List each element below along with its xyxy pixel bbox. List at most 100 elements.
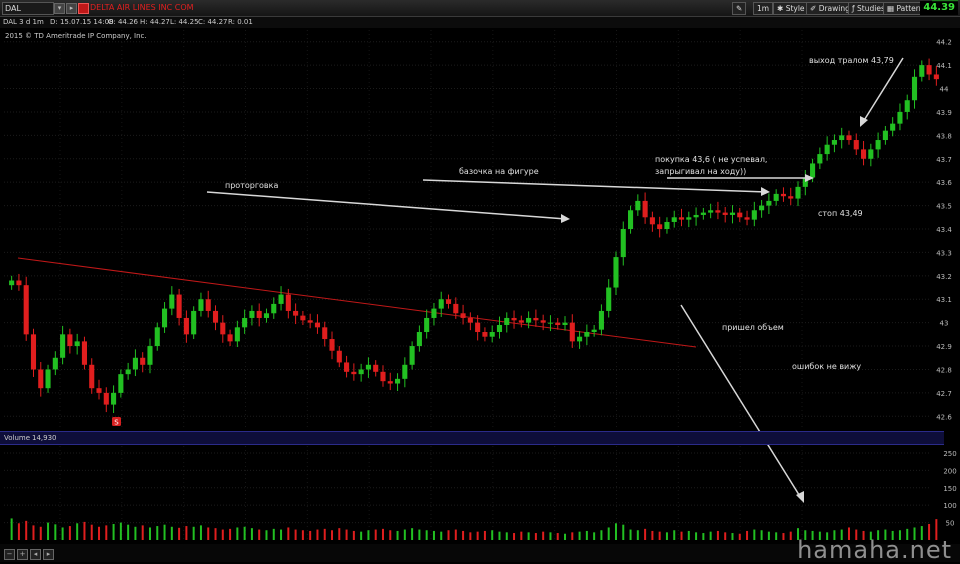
candle-body	[657, 224, 663, 229]
pan-right-icon[interactable]: ▸	[43, 549, 54, 560]
pan-left-icon[interactable]: ◂	[30, 549, 41, 560]
candle-body	[686, 217, 692, 220]
candle-body	[344, 362, 350, 372]
price-tick-label: 44.1	[936, 62, 952, 70]
volume-bar	[127, 524, 130, 540]
candle-body	[890, 123, 896, 131]
candle-body	[744, 217, 750, 220]
candle-body	[569, 322, 575, 342]
chart-grid	[4, 30, 930, 540]
volume-bar	[767, 531, 770, 540]
volume-bar	[629, 529, 632, 540]
volume-bar	[491, 530, 494, 540]
candle-body	[394, 378, 401, 384]
volume-bar	[702, 533, 705, 540]
volume-bar	[250, 528, 253, 540]
zoom-out-icon[interactable]: −	[4, 549, 15, 560]
volume-bar	[112, 523, 115, 540]
volume-bar	[192, 526, 195, 540]
candle-body	[147, 346, 153, 365]
volume-bar	[17, 523, 20, 540]
candle-body	[766, 200, 772, 206]
volume-bar	[498, 531, 501, 540]
candle-body	[649, 217, 655, 225]
volume-bar	[760, 530, 763, 540]
volume-bar	[76, 523, 79, 540]
candle-body	[103, 392, 109, 405]
candle-body	[271, 303, 277, 314]
candle-body	[693, 214, 699, 218]
candle-body	[169, 294, 175, 309]
volume-bar	[316, 529, 319, 540]
candle-body	[293, 310, 299, 316]
volume-bar	[25, 520, 28, 540]
candle-body	[402, 364, 408, 379]
arrow-bazochka	[422, 179, 767, 193]
volume-bar	[367, 530, 370, 540]
candle-body	[234, 327, 240, 342]
volume-bar	[418, 529, 421, 540]
candle-body	[722, 212, 728, 215]
zoom-in-icon[interactable]: +	[17, 549, 28, 560]
volume-bar	[483, 530, 486, 540]
volume-bar	[83, 521, 86, 540]
volume-bar	[61, 527, 64, 540]
candle-body	[911, 76, 918, 101]
candle-body	[52, 357, 58, 370]
copyright-text: 2015 © TD Ameritrade IP Company, Inc.	[5, 32, 147, 40]
candle-body	[860, 149, 867, 159]
volume-bar	[119, 522, 122, 540]
volume-panel-header: Volume 14,930	[0, 431, 944, 445]
candle-body	[729, 212, 736, 215]
candle-body	[183, 317, 189, 335]
annotation-bazochka: базочка на фигуре	[459, 167, 539, 176]
volume-bar	[163, 524, 166, 540]
candle-body	[227, 334, 233, 342]
volume-bar	[607, 527, 610, 540]
candle-body	[926, 65, 932, 75]
candle-body	[489, 332, 495, 337]
candle-body	[671, 217, 677, 222]
volume-bar	[425, 530, 428, 540]
candle-body	[198, 299, 204, 311]
volume-bar	[782, 533, 785, 540]
candle-body	[715, 210, 721, 213]
candle-body	[664, 221, 670, 229]
volume-bar	[789, 531, 792, 540]
volume-bar	[199, 525, 202, 540]
candle-body	[89, 364, 95, 389]
candle-body	[242, 317, 248, 328]
volume-bar	[170, 526, 173, 540]
volume-bar	[622, 524, 625, 540]
price-tick-label: 43.2	[936, 273, 952, 281]
candle-body	[620, 229, 626, 258]
volume-bar	[272, 528, 275, 540]
candle-body	[176, 294, 182, 318]
candle-body	[38, 369, 44, 389]
arrow-obem	[680, 304, 802, 499]
volume-bar	[520, 531, 523, 540]
volume-bar	[658, 531, 661, 540]
candle-body	[518, 320, 524, 323]
price-tick-label: 42.6	[936, 413, 952, 421]
candle-body	[678, 217, 685, 220]
candle-body	[358, 369, 364, 375]
candle-body	[839, 135, 845, 141]
volume-bar	[156, 526, 159, 540]
volume-bar	[323, 528, 326, 540]
candle-body	[329, 339, 335, 351]
volume-bar	[352, 530, 355, 540]
volume-label: Volume	[4, 434, 31, 442]
candle-body	[795, 186, 801, 199]
candle-body	[431, 308, 437, 318]
candle-body	[256, 310, 262, 318]
candle-body	[627, 210, 634, 229]
price-chart[interactable]: 2015 © TD Ameritrade IP Company, Inc. 42…	[0, 0, 960, 562]
volume-bar	[221, 529, 224, 540]
price-tick-label: 42.7	[936, 390, 952, 398]
volume-bar	[746, 530, 749, 540]
candle-body	[780, 193, 787, 197]
volume-bar	[403, 529, 406, 540]
candle-body	[373, 364, 379, 372]
volume-bar	[229, 528, 232, 540]
